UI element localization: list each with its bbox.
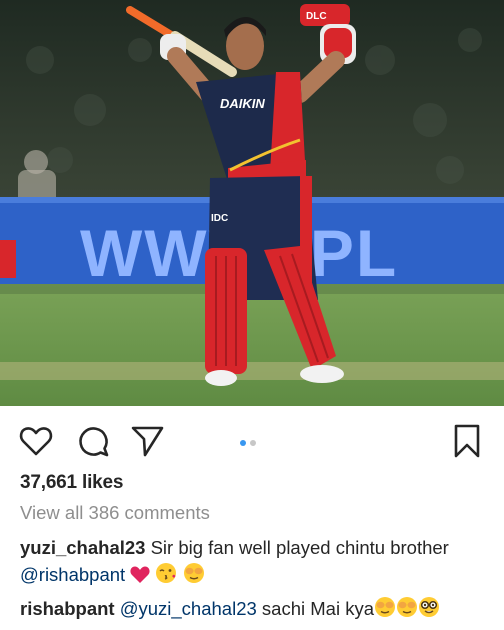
trouser-sponsor-text: IDC — [211, 213, 228, 224]
likes-count[interactable]: 37,661 likes — [20, 472, 123, 494]
hands-over-eyes-face-emoji-icon — [183, 562, 205, 589]
post-photo[interactable]: WWW.IPL DLC DAIKIN IDC — [0, 0, 504, 406]
comment-1-continued: @rishabpant — [20, 562, 205, 589]
hands-over-eyes-face-emoji-icon — [374, 596, 396, 623]
comment-bubble-icon[interactable] — [76, 424, 110, 458]
comment-2-username[interactable]: rishabpant — [20, 598, 115, 619]
comment-1-mention[interactable]: @rishabpant — [20, 564, 125, 585]
comment-2-text: sachi Mai kya — [261, 598, 374, 619]
comment-2-mention[interactable]: @yuzi_chahal23 — [120, 598, 257, 619]
bookmark-save-icon[interactable] — [453, 423, 481, 459]
kiss-face-emoji-icon — [155, 562, 177, 589]
shirt-sponsor-text: DAIKIN — [220, 96, 265, 111]
comment-2: rishabpant @yuzi_chahal23 sachi Mai kya — [20, 596, 440, 623]
share-paper-plane-icon[interactable] — [130, 424, 164, 458]
comment-1: yuzi_chahal23 Sir big fan well played ch… — [20, 537, 449, 559]
carousel-dot-active[interactable] — [240, 440, 246, 446]
nerd-face-emoji-icon — [418, 596, 440, 623]
hands-over-eyes-face-emoji-icon — [396, 596, 418, 623]
red-heart-emoji-icon — [130, 565, 150, 589]
post-action-bar — [0, 406, 504, 472]
like-heart-icon[interactable] — [19, 424, 53, 458]
carousel-indicator — [240, 440, 256, 446]
comment-1-username[interactable]: yuzi_chahal23 — [20, 537, 145, 558]
comment-1-text: Sir big fan well played chintu brother — [150, 537, 449, 558]
carousel-dot[interactable] — [250, 440, 256, 446]
view-all-comments-link[interactable]: View all 386 comments — [20, 502, 210, 524]
helmet-text: DLC — [306, 11, 327, 22]
